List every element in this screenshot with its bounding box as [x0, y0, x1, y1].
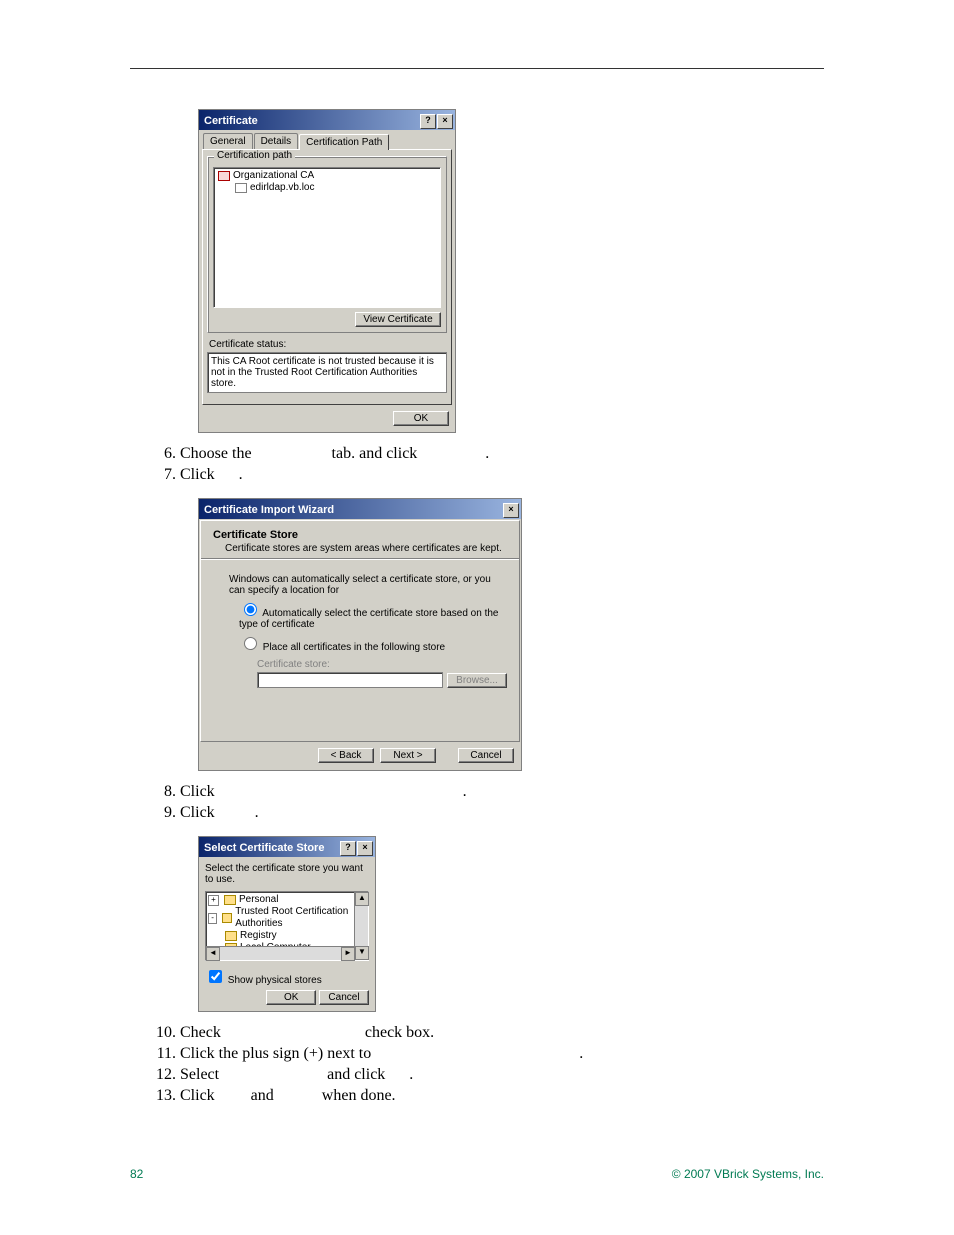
folder-icon: [222, 913, 232, 923]
radio-auto-select[interactable]: [244, 603, 257, 616]
tab-strip: General Details Certification Path: [199, 133, 455, 149]
scroll-down-icon[interactable]: ▼: [355, 946, 369, 960]
certificate-error-icon: [218, 171, 230, 181]
tree-row[interactable]: edirldap.vb.loc: [218, 182, 436, 194]
tab-details[interactable]: Details: [254, 133, 299, 149]
show-physical-stores-checkbox[interactable]: [209, 970, 222, 983]
dialog-titlebar: Certificate ? ×: [199, 110, 455, 130]
tree-item-label: edirldap.vb.loc: [250, 182, 314, 194]
tree-row[interactable]: + Personal: [208, 894, 366, 906]
radio-label: Automatically select the certificate sto…: [239, 608, 498, 630]
dialog-titlebar: Select Certificate Store ? ×: [199, 837, 375, 857]
ok-button[interactable]: OK: [393, 411, 449, 426]
tree-row[interactable]: Organizational CA: [218, 170, 436, 182]
groupbox-label: Certification path: [214, 150, 295, 161]
list-item: Check check box.: [180, 1024, 824, 1042]
tree-row[interactable]: Registry: [208, 930, 366, 942]
tab-certification-path[interactable]: Certification Path: [299, 134, 389, 150]
checkbox-label: Show physical stores: [228, 975, 322, 986]
certificate-dialog: Certificate ? × General Details Certific…: [198, 109, 456, 433]
page-footer: 82 © 2007 VBrick Systems, Inc.: [130, 1167, 824, 1181]
instruction-list: Click . Click .: [130, 783, 824, 822]
ok-button[interactable]: OK: [266, 990, 316, 1005]
status-text: This CA Root certificate is not trusted …: [207, 352, 447, 393]
page-number: 82: [130, 1167, 143, 1181]
browse-button: Browse...: [447, 673, 507, 688]
expand-icon[interactable]: +: [208, 895, 219, 906]
tree-item-label: Registry: [240, 930, 277, 942]
tree-item-label: Personal: [239, 894, 278, 906]
copyright: © 2007 VBrick Systems, Inc.: [672, 1167, 824, 1181]
close-icon[interactable]: ×: [503, 503, 519, 518]
close-icon[interactable]: ×: [357, 841, 373, 856]
tree-item-label: Trusted Root Certification Authorities: [235, 906, 366, 930]
back-button[interactable]: < Back: [318, 748, 374, 763]
scroll-right-icon[interactable]: ►: [341, 947, 355, 961]
wizard-heading: Certificate Store: [213, 529, 507, 541]
list-item: Click and when done.: [180, 1087, 824, 1105]
dialog-titlebar: Certificate Import Wizard ×: [199, 499, 521, 519]
help-icon[interactable]: ?: [340, 841, 356, 856]
close-icon[interactable]: ×: [437, 114, 453, 129]
help-icon[interactable]: ?: [420, 114, 436, 129]
certificate-store-tree[interactable]: + Personal - Trusted Root Certification Au…: [205, 891, 369, 961]
list-item: Choose the tab. and click .: [180, 445, 824, 463]
folder-icon: [224, 895, 236, 905]
wizard-body-text: Windows can automatically select a certi…: [213, 574, 507, 596]
list-item: Select and click .: [180, 1066, 824, 1084]
tree-row[interactable]: - Trusted Root Certification Authorities: [208, 906, 366, 930]
cancel-button[interactable]: Cancel: [458, 748, 514, 763]
cert-path-tree[interactable]: Organizational CA edirldap.vb.loc: [213, 167, 441, 308]
radio-label: Place all certificates in the following …: [263, 642, 445, 653]
scrollbar-horizontal[interactable]: ◄ ►: [206, 946, 355, 960]
list-item: Click .: [180, 466, 824, 484]
header-rule: [130, 68, 824, 69]
tab-general[interactable]: General: [203, 133, 253, 149]
instruction-list: Check check box. Click the plus sign (+)…: [130, 1024, 824, 1105]
tree-item-label: Organizational CA: [233, 170, 314, 182]
scroll-left-icon[interactable]: ◄: [206, 947, 220, 961]
store-label: Certificate store:: [213, 659, 507, 670]
collapse-icon[interactable]: -: [208, 913, 217, 924]
radio-place-all[interactable]: [244, 637, 257, 650]
certificate-icon: [235, 183, 247, 193]
dialog-subtitle: Select the certificate store you want to…: [205, 863, 369, 885]
scroll-up-icon[interactable]: ▲: [355, 892, 369, 906]
select-certificate-store-dialog: Select Certificate Store ? × Select the …: [198, 836, 376, 1012]
list-item: Click .: [180, 804, 824, 822]
wizard-subheading: Certificate stores are system areas wher…: [213, 543, 507, 554]
dialog-title: Select Certificate Store: [204, 842, 324, 854]
list-item: Click the plus sign (+) next to .: [180, 1045, 824, 1063]
next-button[interactable]: Next >: [380, 748, 436, 763]
certificate-store-input: [257, 672, 443, 688]
view-certificate-button[interactable]: View Certificate: [355, 312, 441, 327]
certificate-import-wizard-dialog: Certificate Import Wizard × Certificate …: [198, 498, 522, 771]
folder-icon: [225, 931, 237, 941]
cancel-button[interactable]: Cancel: [319, 990, 369, 1005]
dialog-title: Certificate Import Wizard: [204, 504, 334, 516]
list-item: Click .: [180, 783, 824, 801]
scrollbar-vertical[interactable]: ▲ ▼: [354, 892, 368, 960]
status-label: Certificate status:: [209, 339, 447, 350]
dialog-title: Certificate: [204, 115, 258, 127]
instruction-list: Choose the tab. and click . Click .: [130, 445, 824, 484]
